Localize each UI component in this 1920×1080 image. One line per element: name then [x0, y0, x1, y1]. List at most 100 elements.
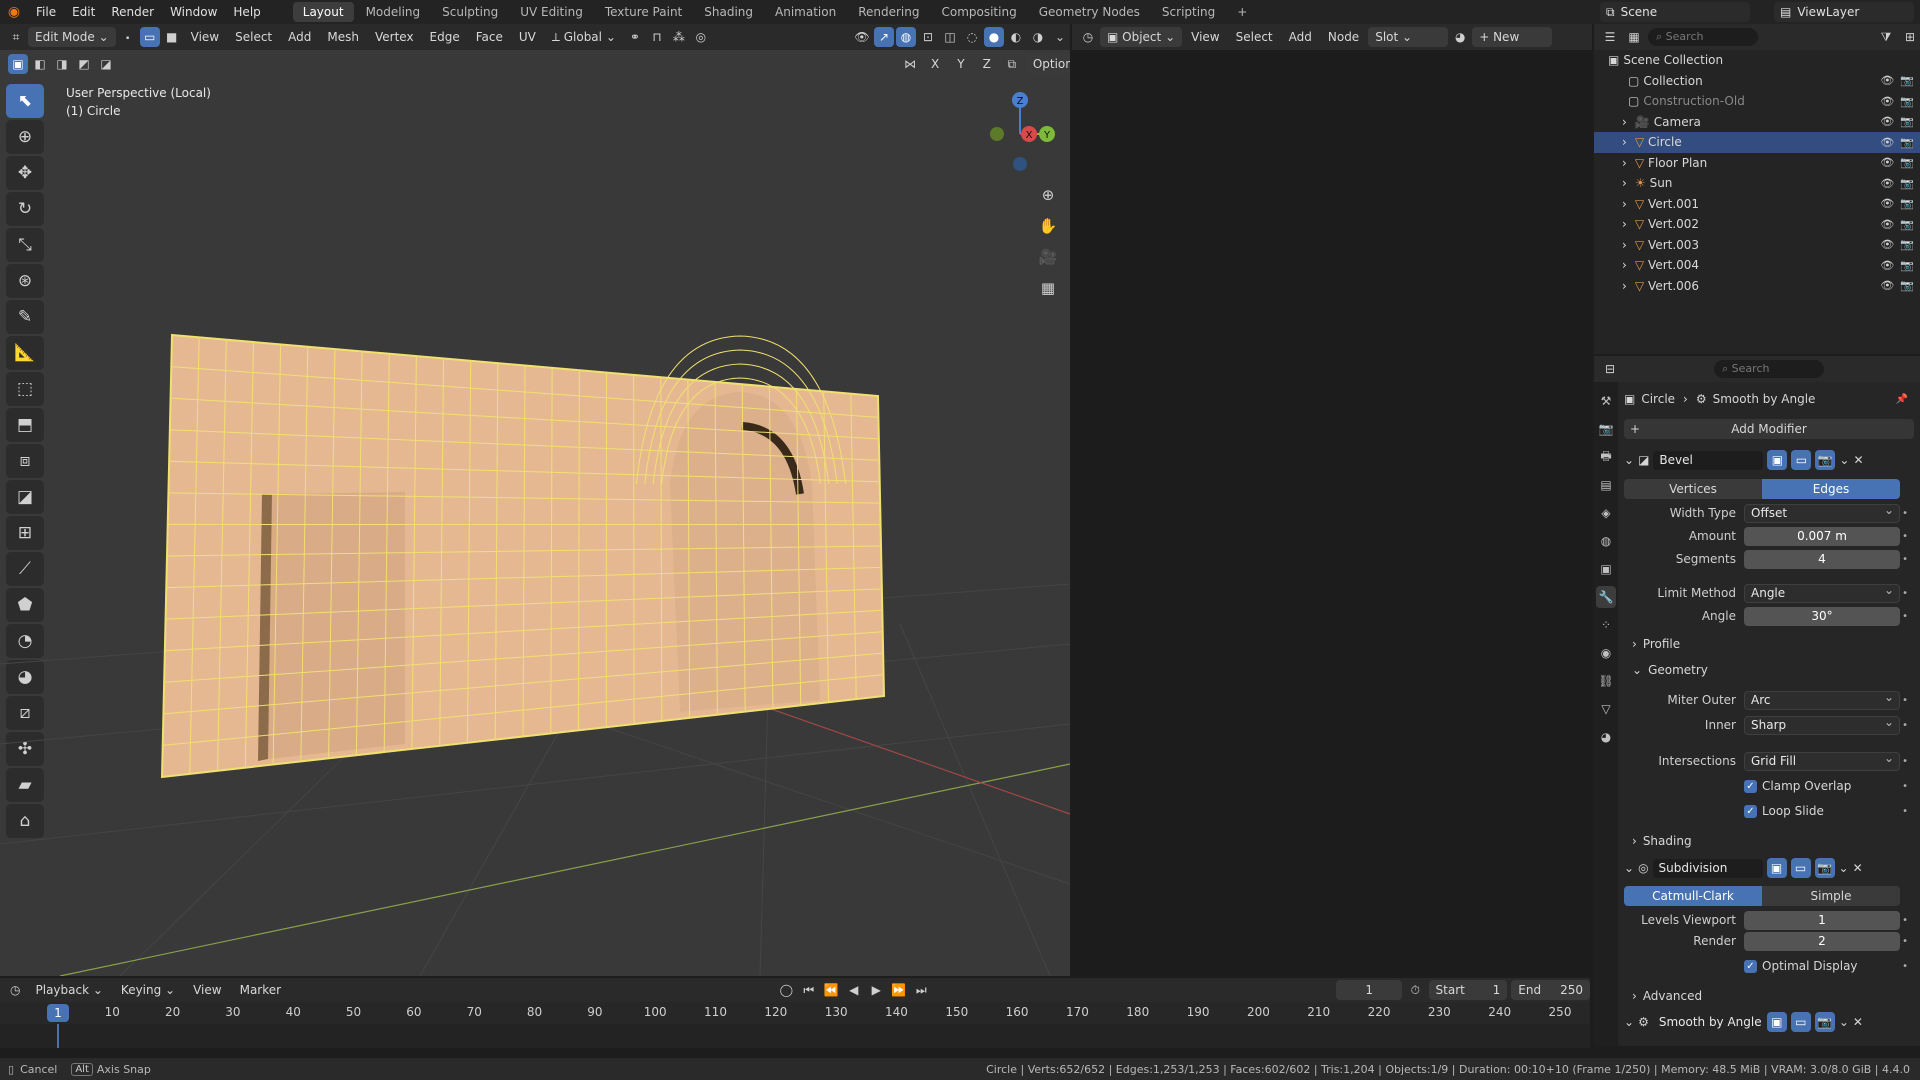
- render-toggle-icon[interactable]: 📷: [1815, 450, 1836, 470]
- auto-key-icon[interactable]: ◯: [777, 980, 796, 1000]
- menu-playback[interactable]: Playback ⌄: [29, 980, 110, 1000]
- camera-render-icon[interactable]: 📷: [1900, 238, 1914, 251]
- node-menu-view[interactable]: View: [1184, 27, 1226, 47]
- keyframe-dot-icon[interactable]: •: [1902, 936, 1908, 947]
- affect-vertices[interactable]: Vertices: [1624, 479, 1762, 499]
- intersections-select[interactable]: Grid Fill: [1744, 750, 1900, 771]
- advanced-panel[interactable]: › Advanced: [1632, 986, 1702, 1006]
- object-tab-icon[interactable]: ▣: [1596, 558, 1616, 580]
- tab-uv-editing[interactable]: UV Editing: [510, 2, 593, 22]
- keyframe-dot-icon[interactable]: •: [1902, 531, 1908, 542]
- tab-geometry-nodes[interactable]: Geometry Nodes: [1029, 2, 1150, 22]
- simple-option[interactable]: Simple: [1762, 886, 1900, 906]
- optimal-display-row[interactable]: ✓ Optimal Display •: [1624, 955, 1914, 977]
- render-toggle-icon[interactable]: 📷: [1814, 858, 1835, 878]
- viewport-toggle-icon[interactable]: ▭: [1790, 1012, 1811, 1032]
- expand-chevron-icon[interactable]: ›: [1622, 156, 1627, 170]
- camera-render-icon[interactable]: 📷: [1900, 95, 1914, 108]
- tab-animation[interactable]: Animation: [765, 2, 846, 22]
- play-reverse-icon[interactable]: ◀: [845, 980, 864, 1000]
- add-modifier-button[interactable]: + Add Modifier: [1624, 419, 1914, 439]
- keyframe-dot-icon[interactable]: •: [1902, 961, 1908, 972]
- keyframe-dot-icon[interactable]: •: [1902, 806, 1908, 817]
- jump-end-icon[interactable]: ⏭: [912, 980, 931, 1000]
- expand-chevron-icon[interactable]: ›: [1622, 279, 1627, 293]
- expand-chevron-icon[interactable]: ›: [1622, 176, 1627, 190]
- camera-render-icon[interactable]: 📷: [1900, 74, 1914, 87]
- new-collection-icon[interactable]: ⊞: [1900, 27, 1920, 47]
- smooth-by-angle-name-field[interactable]: Smooth by Angle: [1653, 1013, 1763, 1032]
- menu-render[interactable]: Render: [103, 0, 162, 24]
- visibility-eye-icon[interactable]: 👁: [1880, 136, 1894, 149]
- camera-render-icon[interactable]: 📷: [1900, 197, 1914, 210]
- properties-type-icon[interactable]: ⊟: [1600, 359, 1620, 379]
- next-keyframe-icon[interactable]: ⏩: [890, 980, 909, 1000]
- outliner-row[interactable]: › ▽ Circle 👁 📷: [1594, 132, 1920, 153]
- tool-tab-icon[interactable]: ⚒: [1596, 390, 1616, 412]
- dropdown-icon[interactable]: ⌄: [1839, 1015, 1849, 1029]
- bevel-modifier-header[interactable]: ⌄ ◪ Bevel ▣ ▭ 📷 ⌄ ✕: [1624, 448, 1914, 472]
- filter-icon[interactable]: ⧩: [1876, 27, 1896, 47]
- particles-tab-icon[interactable]: ⁘: [1596, 614, 1616, 636]
- world-tab-icon[interactable]: ◍: [1596, 530, 1616, 552]
- outliner-row[interactable]: › ▽ Vert.002 👁 📷: [1594, 214, 1920, 235]
- camera-render-icon[interactable]: 📷: [1900, 218, 1914, 231]
- add-workspace-icon[interactable]: +: [1227, 2, 1257, 22]
- visibility-eye-icon[interactable]: 👁: [1880, 259, 1894, 272]
- tab-modeling[interactable]: Modeling: [356, 2, 431, 22]
- collapse-chevron-icon[interactable]: ⌄: [1624, 861, 1634, 875]
- bevel-name-field[interactable]: Bevel: [1653, 450, 1764, 470]
- keyframe-dot-icon[interactable]: •: [1902, 588, 1908, 599]
- render-tab-icon[interactable]: 📷: [1596, 418, 1616, 440]
- optimal-display-checkbox[interactable]: ✓: [1744, 959, 1757, 973]
- display-mode-icon[interactable]: ▦: [1624, 27, 1644, 47]
- edit-mode-toggle-icon[interactable]: ▣: [1766, 858, 1787, 878]
- viewport-scene[interactable]: [0, 24, 1070, 976]
- node-menu-select[interactable]: Select: [1229, 27, 1280, 47]
- profile-panel[interactable]: › Profile: [1632, 634, 1680, 654]
- material-tab-icon[interactable]: ◕: [1596, 726, 1616, 748]
- camera-render-icon[interactable]: 📷: [1900, 115, 1914, 128]
- blender-logo-icon[interactable]: ◉: [0, 0, 28, 24]
- node-menu-add[interactable]: Add: [1282, 27, 1319, 47]
- levels-viewport-field[interactable]: 1: [1744, 910, 1900, 930]
- visibility-eye-icon[interactable]: 👁: [1880, 218, 1894, 231]
- jump-start-icon[interactable]: ⏮: [800, 980, 819, 1000]
- scene-collection-row[interactable]: ▣ Scene Collection: [1594, 50, 1920, 71]
- outliner-row[interactable]: › ▽ Vert.006 👁 📷: [1594, 276, 1920, 297]
- start-frame-field[interactable]: Start 1: [1428, 980, 1508, 1000]
- dropdown-icon[interactable]: ⌄: [1839, 861, 1849, 875]
- keyframe-dot-icon[interactable]: •: [1902, 756, 1908, 767]
- width-type-select[interactable]: Offset: [1744, 502, 1900, 523]
- keyframe-dot-icon[interactable]: •: [1902, 611, 1908, 622]
- end-frame-field[interactable]: End 250: [1511, 980, 1591, 1000]
- visibility-eye-icon[interactable]: 👁: [1880, 238, 1894, 251]
- 3d-viewport[interactable]: ⌗ Edit Mode ⌄ ⬝ ▭ ■ View Select Add Mesh…: [0, 24, 1070, 976]
- menu-marker[interactable]: Marker: [233, 980, 288, 1000]
- visibility-eye-icon[interactable]: 👁: [1880, 115, 1894, 128]
- visibility-eye-icon[interactable]: 👁: [1880, 197, 1894, 210]
- modifier-tab-icon[interactable]: 🔧: [1596, 586, 1616, 608]
- tab-scripting[interactable]: Scripting: [1152, 2, 1225, 22]
- catmull-clark-option[interactable]: Catmull-Clark: [1624, 886, 1762, 906]
- viewport-toggle-icon[interactable]: ▭: [1790, 858, 1811, 878]
- clamp-overlap-checkbox[interactable]: ✓: [1744, 779, 1757, 793]
- expand-chevron-icon[interactable]: ›: [1622, 115, 1627, 129]
- visibility-eye-icon[interactable]: 👁: [1880, 95, 1894, 108]
- limit-method-select[interactable]: Angle: [1744, 582, 1900, 603]
- node-menu-node[interactable]: Node: [1321, 27, 1366, 47]
- remove-modifier-icon[interactable]: ✕: [1853, 861, 1863, 875]
- dropdown-icon[interactable]: ⌄: [1839, 453, 1849, 467]
- expand-chevron-icon[interactable]: ›: [1622, 258, 1627, 272]
- outliner-row[interactable]: ▢ Construction-Old 👁 📷: [1594, 91, 1920, 112]
- render-levels-field[interactable]: 2: [1744, 931, 1900, 951]
- stopwatch-icon[interactable]: ⏱: [1406, 980, 1425, 1000]
- tab-layout[interactable]: Layout: [292, 2, 354, 22]
- edit-mode-toggle-icon[interactable]: ▣: [1766, 1012, 1787, 1032]
- play-icon[interactable]: ▶: [867, 980, 886, 1000]
- scene-selector[interactable]: ⧉ Scene: [1600, 2, 1750, 22]
- remove-modifier-icon[interactable]: ✕: [1853, 453, 1863, 467]
- camera-render-icon[interactable]: 📷: [1900, 156, 1914, 169]
- clamp-overlap-row[interactable]: ✓ Clamp Overlap •: [1624, 775, 1914, 797]
- segments-field[interactable]: 4: [1744, 549, 1900, 569]
